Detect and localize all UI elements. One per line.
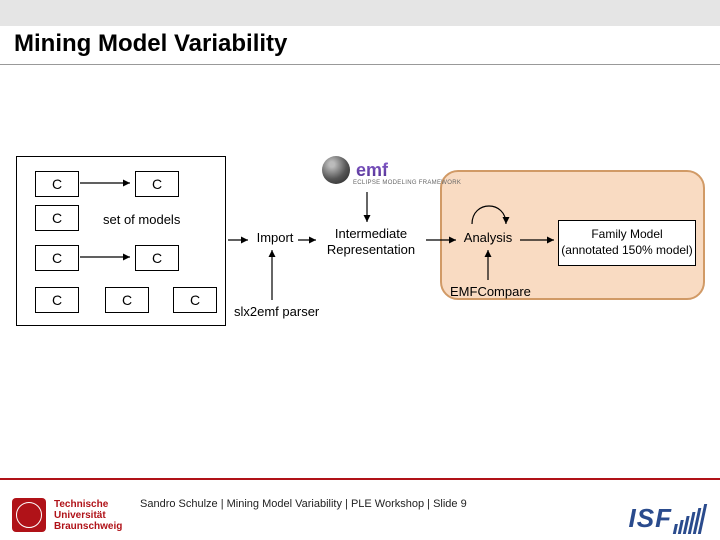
uni-line: Universität bbox=[54, 510, 106, 521]
family-model-box: Family Model (annotated 150% model) bbox=[558, 220, 696, 266]
slide-title: Mining Model Variability bbox=[14, 30, 287, 58]
uni-line: Technische bbox=[54, 499, 108, 510]
isf-bars-icon bbox=[673, 504, 707, 534]
tu-seal-icon bbox=[12, 498, 46, 532]
model-box: C bbox=[35, 205, 79, 231]
tu-braunschweig-logo: Technische Universität Braunschweig bbox=[12, 498, 122, 532]
footer: Technische Universität Braunschweig Sand… bbox=[0, 478, 720, 540]
isf-logo: ISF bbox=[629, 503, 704, 534]
parser-label: slx2emf parser bbox=[234, 304, 334, 320]
model-box: C bbox=[173, 287, 217, 313]
model-box: C bbox=[105, 287, 149, 313]
intermediate-l1: Intermediate bbox=[335, 226, 407, 241]
tu-text: Technische Universität Braunschweig bbox=[54, 499, 122, 532]
isf-text: ISF bbox=[629, 503, 672, 534]
intermediate-l2: Representation bbox=[327, 242, 415, 257]
diagram-stage: C C C set of models C C C C C Import Int… bbox=[0, 150, 720, 350]
import-label: Import bbox=[250, 230, 300, 246]
model-box: C bbox=[135, 171, 179, 197]
intermediate-label: Intermediate Representation bbox=[316, 226, 426, 259]
emf-brand-text: emf bbox=[356, 160, 388, 181]
model-box: C bbox=[135, 245, 179, 271]
emf-globe-icon bbox=[322, 156, 350, 184]
model-box: C bbox=[35, 245, 79, 271]
analysis-label: Analysis bbox=[458, 230, 518, 246]
family-l2: (annotated 150% model) bbox=[561, 243, 692, 257]
family-l1: Family Model bbox=[591, 227, 662, 241]
footer-caption: Sandro Schulze | Mining Model Variabilit… bbox=[140, 498, 467, 510]
models-group: C C C set of models C C C C C bbox=[16, 156, 226, 326]
title-divider bbox=[0, 64, 720, 65]
models-caption: set of models bbox=[103, 212, 180, 227]
model-box: C bbox=[35, 287, 79, 313]
top-grey-bar bbox=[0, 0, 720, 26]
emfcompare-label: EMFCompare bbox=[450, 284, 540, 300]
uni-line: Braunschweig bbox=[54, 521, 122, 532]
emf-subtitle: ECLIPSE MODELING FRAMEWORK bbox=[353, 180, 461, 186]
model-box: C bbox=[35, 171, 79, 197]
